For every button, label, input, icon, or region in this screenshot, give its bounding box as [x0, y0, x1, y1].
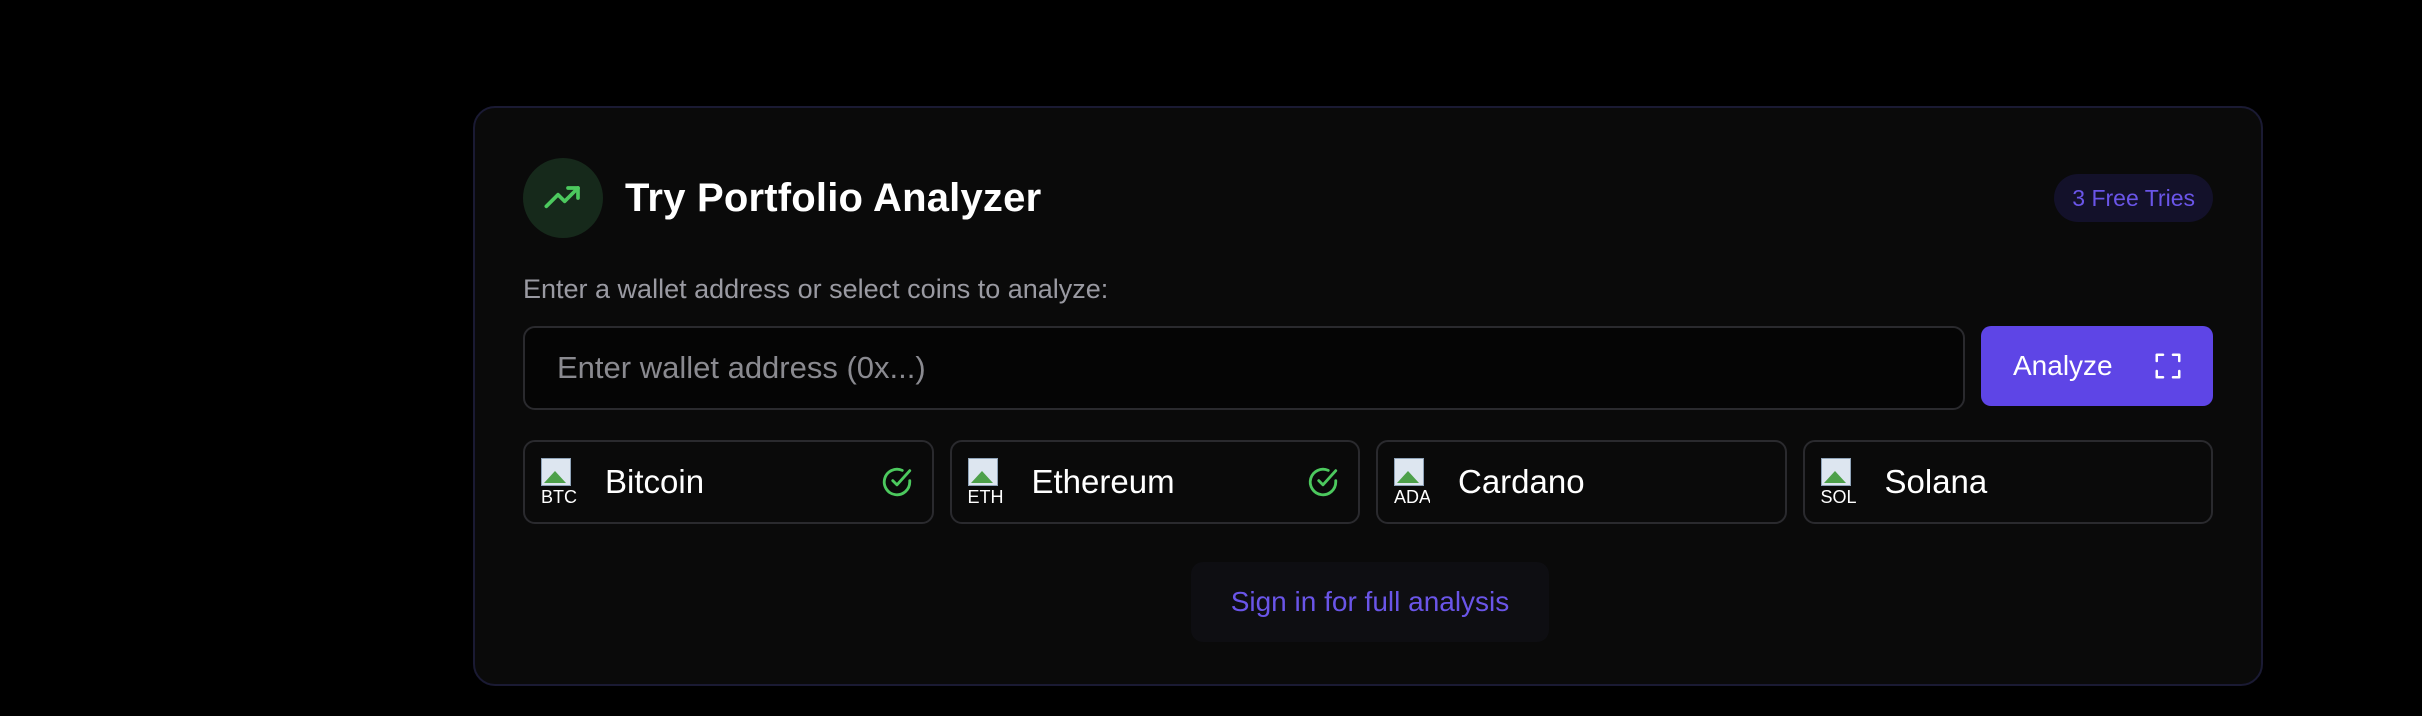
coin-option-bitcoin[interactable]: BTC Bitcoin [523, 440, 934, 524]
check-circle-icon [1306, 465, 1340, 499]
coin-name: Solana [1884, 463, 1988, 500]
instruction-label: Enter a wallet address or select coins t… [523, 274, 1109, 304]
coin-option-ethereum[interactable]: ETH Ethereum [949, 440, 1360, 524]
trending-up-icon [523, 158, 603, 238]
coin-name: Ethereum [1031, 463, 1175, 500]
coin-image: SOL [1820, 458, 1857, 506]
broken-image-icon [967, 458, 998, 486]
broken-image-icon [1820, 458, 1851, 486]
analyze-button-label: Analyze [2013, 350, 2113, 381]
expand-icon [2153, 351, 2183, 381]
coin-selection-list: BTC Bitcoin ETH Ethereum ADA Cardano SOL… [523, 440, 2213, 524]
card-header: Try Portfolio Analyzer 3 Free Tries [523, 156, 2213, 240]
coin-image-alt: BTC [541, 487, 577, 506]
broken-image-icon [1394, 458, 1424, 486]
coin-image-alt: SOL [1820, 487, 1857, 506]
coin-name: Bitcoin [605, 463, 705, 500]
coin-option-cardano[interactable]: ADA Cardano [1376, 440, 1787, 524]
page-title: Try Portfolio Analyzer [625, 175, 1042, 220]
wallet-input-row: Analyze [523, 326, 2213, 410]
broken-image-icon [541, 458, 571, 486]
coin-image-alt: ETH [967, 487, 1004, 506]
coin-option-solana[interactable]: SOL Solana [1802, 440, 2213, 524]
coin-name: Cardano [1458, 463, 1585, 500]
wallet-address-input[interactable] [523, 326, 1965, 410]
sign-in-button[interactable]: Sign in for full analysis [1191, 562, 1549, 642]
coin-image-alt: ADA [1394, 487, 1430, 506]
free-tries-badge: 3 Free Tries [2054, 174, 2213, 222]
coin-image: ADA [1394, 458, 1430, 506]
portfolio-analyzer-card: Try Portfolio Analyzer 3 Free Tries Ente… [473, 106, 2263, 686]
check-circle-icon [880, 465, 914, 499]
analyze-button[interactable]: Analyze [1981, 326, 2213, 406]
coin-image: ETH [967, 458, 1004, 506]
coin-image: BTC [541, 458, 577, 506]
